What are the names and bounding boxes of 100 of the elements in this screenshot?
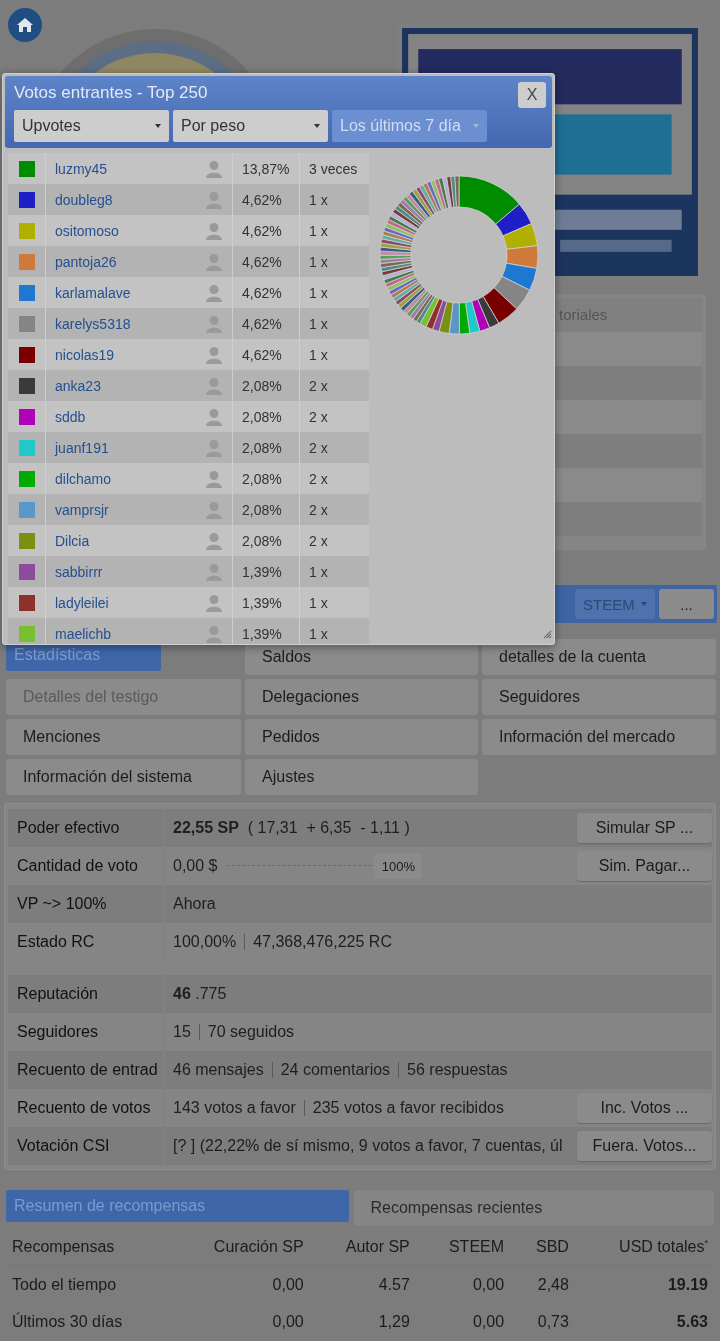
more-button[interactable]: ... xyxy=(659,589,714,619)
table-cell-text: 0,00 xyxy=(471,1311,506,1332)
stat-value: 24 comentarios xyxy=(280,1061,391,1079)
dropdown[interactable]: Upvotes xyxy=(14,110,169,142)
stat-label: VP ~> 100% xyxy=(8,885,165,923)
user-icon[interactable] xyxy=(205,345,223,364)
caret-icon xyxy=(314,124,320,128)
user-icon[interactable] xyxy=(205,438,223,457)
nav-button[interactable]: Información del sistema xyxy=(6,759,241,795)
user-link[interactable]: sddb xyxy=(55,408,86,425)
vote-count: 2 x xyxy=(308,532,329,549)
action-button[interactable]: Sim. Pagar... xyxy=(577,851,712,881)
stat-value: 22,55 SP ( 17,31 + 6,35 - 1,11 ) xyxy=(173,819,410,837)
tab[interactable]: Recompensas recientes xyxy=(353,1190,714,1226)
stat-value: 46 .775 xyxy=(173,985,227,1003)
user-link[interactable]: luzmy45 xyxy=(55,160,108,177)
table-cell-text: Últimos 30 días xyxy=(11,1311,124,1332)
nav-button[interactable]: Delegaciones xyxy=(245,679,478,715)
dropdown[interactable]: Por peso xyxy=(173,110,328,142)
user-icon[interactable] xyxy=(205,221,223,240)
action-button[interactable]: Simular SP ... xyxy=(577,813,712,843)
vote-count: 1 x xyxy=(308,315,329,332)
user-icon[interactable] xyxy=(205,159,223,178)
stat-value: 47,368,476,225 RC xyxy=(253,933,392,951)
user-icon[interactable] xyxy=(205,562,223,581)
action-button[interactable]: Inc. Votos ... xyxy=(577,1093,712,1123)
user-link[interactable]: Dilcia xyxy=(55,532,90,549)
user-link[interactable]: nicolas19 xyxy=(55,346,115,363)
stat-value: 235 votos a favor recibidos xyxy=(312,1099,504,1117)
user-icon[interactable] xyxy=(205,593,223,612)
nav-button[interactable]: Pedidos xyxy=(245,719,478,755)
stat-label: Poder efectivo xyxy=(8,809,165,847)
user-icon[interactable] xyxy=(205,407,223,426)
user-link[interactable]: anka23 xyxy=(55,377,101,394)
user-icon[interactable] xyxy=(205,376,223,395)
user-link[interactable]: sabbirrr xyxy=(55,563,103,580)
user-icon[interactable] xyxy=(205,252,223,271)
nav-button[interactable]: Ajustes xyxy=(245,759,478,795)
user-link[interactable]: dilchamo xyxy=(55,470,112,487)
vote-count: 1 x xyxy=(308,191,329,208)
user-icon[interactable] xyxy=(205,314,223,333)
slider-handle[interactable]: 100% xyxy=(374,853,423,879)
stat-label: Reputación xyxy=(8,975,165,1013)
user-link[interactable]: doubleg8 xyxy=(55,191,113,208)
vote-count: 2 x xyxy=(308,439,329,456)
user-icon[interactable] xyxy=(205,531,223,550)
user-link[interactable]: juanf191 xyxy=(55,439,109,456)
user-link[interactable]: pantoja26 xyxy=(55,253,117,270)
stat-value: 143 votos a favor xyxy=(173,1099,296,1117)
vote-count: 1 x xyxy=(308,625,329,642)
vote-slider[interactable]: 100% xyxy=(227,853,423,879)
stat-value: [? ] (22,22% de sí mismo, 9 votos a favor, 7 cuentas, úl xyxy=(173,1137,563,1155)
user-link[interactable]: karlamalave xyxy=(55,284,131,301)
vote-count: 2 x xyxy=(308,408,329,425)
caret-icon xyxy=(473,124,479,128)
caret-icon xyxy=(641,602,647,606)
stat-label: Votación CSI xyxy=(8,1127,165,1165)
vote-count: 3 veces xyxy=(308,160,359,177)
user-icon[interactable] xyxy=(205,283,223,302)
vote-count: 1 x xyxy=(308,253,329,270)
stat-value: 70 seguidos xyxy=(207,1023,295,1041)
nav-button[interactable]: Menciones xyxy=(6,719,241,755)
stat-value: 0,00 $ xyxy=(173,857,218,875)
nav-button[interactable]: Información del mercado xyxy=(482,719,716,755)
vote-count: 1 x xyxy=(308,346,329,363)
vote-count: 1 x xyxy=(308,594,329,611)
close-button[interactable]: X xyxy=(518,82,546,108)
nav-button[interactable]: Seguidores xyxy=(482,679,716,715)
action-button[interactable]: Fuera. Votos... xyxy=(577,1131,712,1161)
user-icon[interactable] xyxy=(205,624,223,643)
user-link[interactable]: ladyleilei xyxy=(55,594,109,611)
vote-count: 2 x xyxy=(308,501,329,518)
vote-count: 2 x xyxy=(308,470,329,487)
table-cell-text: 0,00 xyxy=(271,1311,305,1332)
resize-grip-icon[interactable] xyxy=(543,630,552,639)
vote-count: 1 x xyxy=(308,222,329,239)
stat-value: 56 respuestas xyxy=(407,1061,508,1079)
stat-value: Ahora xyxy=(173,895,216,913)
user-link[interactable]: vamprsjr xyxy=(55,501,109,518)
home-icon[interactable] xyxy=(8,8,42,42)
vote-count: 1 x xyxy=(308,284,329,301)
user-link[interactable]: karelys5318 xyxy=(55,315,131,332)
user-icon[interactable] xyxy=(205,190,223,209)
nav-button[interactable]: detalles de la cuenta xyxy=(482,639,716,675)
vote-count: 1 x xyxy=(308,563,329,580)
table-cell-text: 1,29 xyxy=(377,1311,411,1332)
stat-value: 100,00% xyxy=(173,933,237,951)
user-icon[interactable] xyxy=(205,469,223,488)
user-link[interactable]: maelichb xyxy=(55,625,112,642)
vote-count: 2 x xyxy=(308,377,329,394)
user-icon[interactable] xyxy=(205,500,223,519)
dialog-title: Votos entrantes - Top 250 xyxy=(14,83,208,103)
stat-label: Estado RC xyxy=(8,923,165,961)
caret-icon xyxy=(155,124,161,128)
table-cell-text: 0,73 xyxy=(536,1311,570,1332)
user-link[interactable]: ositomoso xyxy=(55,222,119,239)
stat-value: 15 xyxy=(173,1023,191,1041)
table-cell-text: 5.63 xyxy=(675,1311,709,1332)
stat-value: 46 mensajes xyxy=(173,1061,264,1079)
stat-label: Recuento de entrad xyxy=(8,1051,165,1089)
